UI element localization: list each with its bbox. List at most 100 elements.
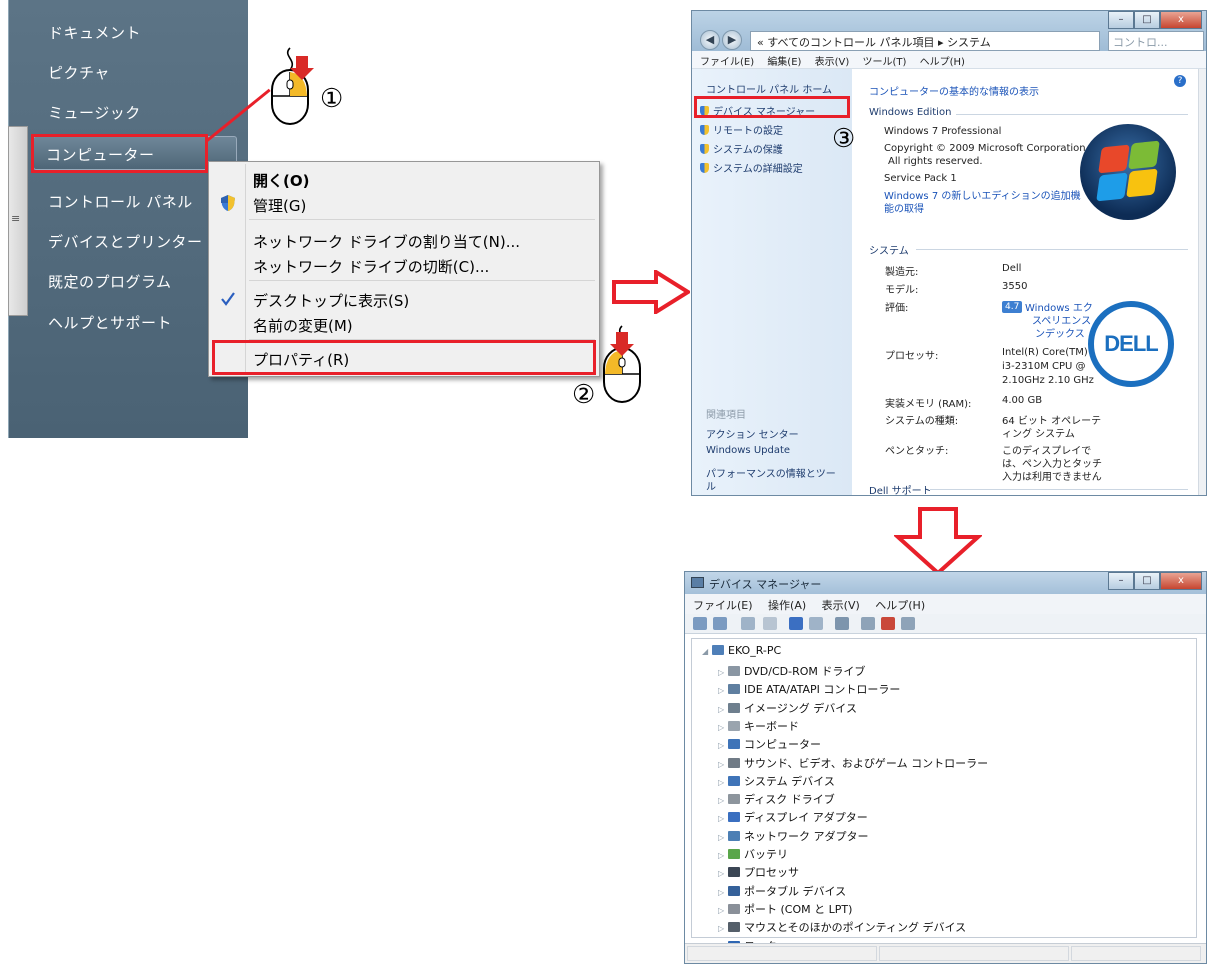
start-item-documents[interactable]: ドキュメント	[48, 22, 141, 43]
close-button[interactable]: x	[1160, 11, 1202, 29]
device-category-icon	[728, 885, 740, 896]
sidebar-item-performance[interactable]: パフォーマンスの情報とツー	[706, 465, 836, 480]
expand-icon[interactable]: ▷	[718, 869, 726, 878]
device-category-row[interactable]: ▷ イメージング デバイス	[718, 700, 857, 716]
vertical-scrollbar[interactable]	[1198, 69, 1206, 495]
sidebar-item-remote[interactable]: リモートの設定	[700, 122, 783, 137]
sidebar-item-protection[interactable]: システムの保護	[700, 141, 783, 156]
start-item-default-programs[interactable]: 既定のプログラム	[48, 271, 172, 292]
start-item-music[interactable]: ミュージック	[48, 102, 141, 123]
edition-value: Windows 7 Professional	[884, 126, 1002, 137]
expand-icon[interactable]: ▷	[718, 760, 726, 769]
menu-action[interactable]: 操作(A)	[768, 599, 806, 612]
rating-badge: 4.7	[1002, 301, 1023, 313]
expand-icon[interactable]: ▷	[718, 778, 726, 787]
device-category-row[interactable]: ▷ ディスプレイ アダプター	[718, 809, 868, 825]
expand-icon[interactable]: ▷	[718, 705, 726, 714]
menu-item-manage[interactable]: 管理(G)	[253, 195, 306, 216]
start-item-control-panel[interactable]: コントロール パネル	[48, 191, 193, 212]
menu-help[interactable]: ヘルプ(H)	[875, 599, 925, 612]
properties-view-icon[interactable]	[741, 617, 755, 630]
menu-tools[interactable]: ツール(T)	[862, 57, 906, 68]
sidebar-item-advanced[interactable]: システムの詳細設定	[700, 160, 803, 175]
forward-icon[interactable]	[713, 617, 727, 630]
menu-file[interactable]: ファイル(E)	[693, 599, 753, 612]
expand-icon[interactable]: ▷	[718, 814, 726, 823]
scan-hardware-icon[interactable]	[835, 617, 849, 630]
device-category-row[interactable]: ▷ ポート (COM と LPT)	[718, 901, 852, 917]
back-arrow-icon[interactable]: ◀	[700, 30, 720, 50]
device-category-row[interactable]: ▷ ネットワーク アダプター	[718, 828, 869, 844]
expand-icon[interactable]: ▷	[718, 851, 726, 860]
device-category-row[interactable]: ▷ バッテリ	[718, 846, 788, 862]
menu-view[interactable]: 表示(V)	[815, 57, 850, 68]
maximize-button[interactable]: □	[1134, 11, 1160, 29]
uninstall-icon[interactable]	[881, 617, 895, 630]
device-category-row[interactable]: ▷ コンピューター	[718, 736, 821, 752]
forward-arrow-icon[interactable]: ▶	[722, 30, 742, 50]
help-icon[interactable]	[789, 617, 803, 630]
tree-view-icon[interactable]	[763, 617, 777, 630]
device-category-row[interactable]: ▷ マウスとそのほかのポインティング デバイス	[718, 919, 966, 935]
expand-icon[interactable]: ▷	[718, 723, 726, 732]
menu-item-rename[interactable]: 名前の変更(M)	[253, 315, 353, 336]
device-category-row[interactable]: ▷ ディスク ドライブ	[718, 791, 835, 807]
sidebar-item-windows-update[interactable]: Windows Update	[706, 445, 790, 456]
menu-file[interactable]: ファイル(E)	[700, 57, 754, 68]
device-category-label: ネットワーク アダプター	[744, 829, 869, 843]
back-icon[interactable]	[693, 617, 707, 630]
upgrade-link-cont[interactable]: 能の取得	[884, 200, 924, 215]
update-driver-icon[interactable]	[861, 617, 875, 630]
minimize-button[interactable]: –	[1108, 11, 1134, 29]
address-bar[interactable]: « すべてのコントロール パネル項目 ▸ システム	[750, 31, 1100, 51]
menu-view[interactable]: 表示(V)	[822, 599, 860, 612]
menu-item-disconnect-network-drive[interactable]: ネットワーク ドライブの切断(C)...	[253, 256, 489, 277]
close-button[interactable]: x	[1160, 572, 1202, 590]
menu-item-map-network-drive[interactable]: ネットワーク ドライブの割り当て(N)...	[253, 231, 520, 252]
menu-item-show-on-desktop[interactable]: デスクトップに表示(S)	[253, 290, 409, 311]
help-icon[interactable]: ?	[1174, 75, 1186, 87]
sidebar-item-performance-cont[interactable]: ル	[706, 478, 716, 493]
page-title-link[interactable]: コンピューターの基本的な情報の表示	[869, 83, 1039, 98]
tree-root-computer[interactable]: ◢ EKO_R-PC	[702, 644, 781, 657]
expand-icon[interactable]: ▷	[718, 741, 726, 750]
copyright-line-1: Copyright © 2009 Microsoft Corporation.	[884, 143, 1089, 154]
uac-shield-icon	[221, 195, 235, 211]
expand-icon[interactable]: ▷	[718, 796, 726, 805]
shield-icon	[700, 144, 709, 154]
sidebar-item-cp-home[interactable]: コントロール パネル ホーム	[706, 81, 832, 96]
device-category-row[interactable]: ▷ サウンド、ビデオ、およびゲーム コントローラー	[718, 755, 988, 771]
sidebar-item-action-center[interactable]: アクション センター	[706, 426, 799, 441]
disable-device-icon[interactable]	[901, 617, 915, 630]
device-category-row[interactable]: ▷ システム デバイス	[718, 773, 835, 789]
window-titlebar: – □ x ◀ ▶ « すべてのコントロール パネル項目 ▸ システム コントロ…	[692, 11, 1206, 51]
console-icon[interactable]	[809, 617, 823, 630]
expand-icon[interactable]: ▷	[718, 906, 726, 915]
menu-help[interactable]: ヘルプ(H)	[920, 57, 965, 68]
expand-icon[interactable]: ▷	[718, 924, 726, 933]
search-input[interactable]: コントロ...	[1108, 31, 1204, 51]
menu-edit[interactable]: 編集(E)	[767, 57, 801, 68]
expand-icon[interactable]: ▷	[718, 668, 726, 677]
device-category-row[interactable]: ▷ IDE ATA/ATAPI コントローラー	[718, 681, 900, 697]
device-category-row[interactable]: ▷ キーボード	[718, 718, 799, 734]
maximize-button[interactable]: □	[1134, 572, 1160, 590]
expand-icon[interactable]: ▷	[718, 686, 726, 695]
device-category-row[interactable]: ▷ プロセッサ	[718, 864, 799, 880]
expand-icon[interactable]: ▷	[718, 888, 726, 897]
menu-bar: ファイル(E) 操作(A) 表示(V) ヘルプ(H)	[685, 594, 1206, 614]
menu-bar: ファイル(E) 編集(E) 表示(V) ツール(T) ヘルプ(H)	[692, 51, 1206, 69]
device-category-row[interactable]: ▷ ポータブル デバイス	[718, 883, 846, 899]
spec-value-processor-2: i3-2310M CPU @	[1002, 361, 1086, 372]
start-item-devices-printers[interactable]: デバイスとプリンター	[48, 231, 203, 252]
start-item-pictures[interactable]: ピクチャ	[48, 62, 110, 83]
step-label-3: ③	[832, 124, 856, 154]
device-category-row[interactable]: ▷ DVD/CD-ROM ドライブ	[718, 663, 865, 679]
collapse-icon[interactable]: ◢	[702, 647, 710, 656]
expand-icon[interactable]: ▷	[718, 833, 726, 842]
grip-icon: ≡	[11, 212, 21, 225]
minimize-button[interactable]: –	[1108, 572, 1134, 590]
menu-item-open[interactable]: 開く(O)	[253, 170, 309, 191]
rating-link-cont-2[interactable]: ンデックス	[1035, 325, 1085, 340]
start-item-help-support[interactable]: ヘルプとサポート	[48, 312, 172, 333]
